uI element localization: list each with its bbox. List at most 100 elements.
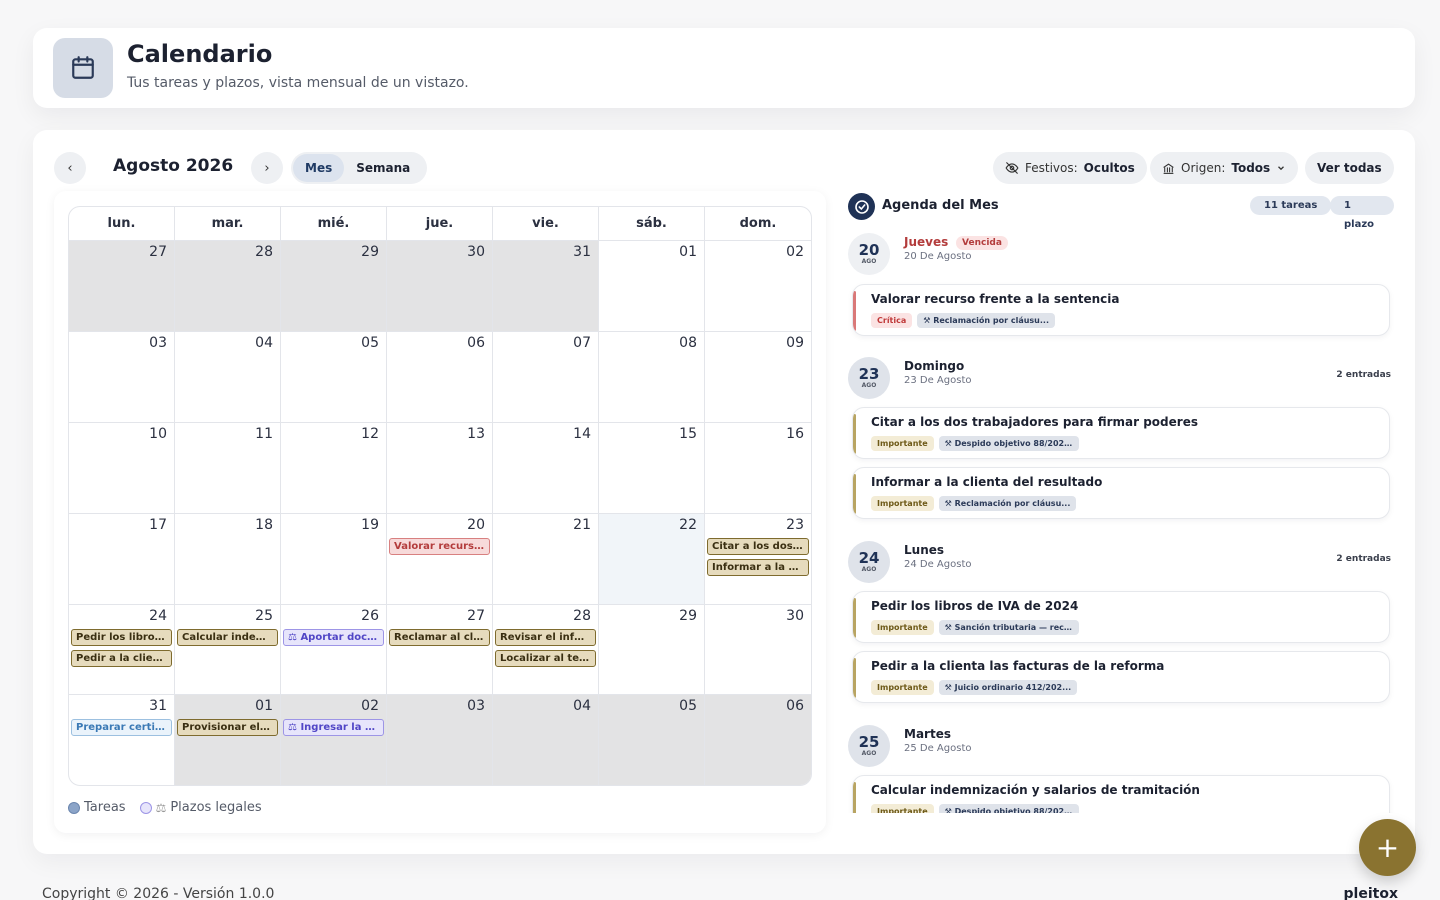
calendar-day-cell[interactable]: 27: [69, 241, 175, 331]
calendar-day-cell[interactable]: 21: [493, 513, 599, 604]
calendar-day-cell[interactable]: 13: [387, 422, 493, 513]
day-number: 23: [786, 516, 804, 533]
day-name: Lunes: [904, 543, 945, 557]
case-tag[interactable]: ⚒ Sanción tributaria — rec...: [938, 620, 1079, 635]
day-number: 27: [467, 607, 485, 624]
calendar-event[interactable]: Calcular indemn...: [177, 628, 278, 646]
priority-bar: [853, 658, 856, 698]
calendar-day-cell[interactable]: 20 Valorar recurso f...: [387, 513, 493, 604]
calendar-event[interactable]: Pedir los libros d...: [71, 628, 172, 646]
calendar-day-cell[interactable]: 15: [599, 422, 705, 513]
calendar-panel: ‹ Agosto 2026 › Mes Semana Festivos: Ocu…: [33, 130, 1415, 854]
calendar-day-cell[interactable]: 31 Preparar certific...: [69, 695, 175, 785]
origin-dropdown[interactable]: Origen: Todos: [1150, 152, 1299, 184]
calendar-day-cell[interactable]: 27 Reclamar al clie...: [387, 604, 493, 695]
calendar-day-cell[interactable]: 19: [281, 513, 387, 604]
calendar-day-cell[interactable]: 02 ⚖ Ingresar la de...: [281, 695, 387, 785]
view-week-button[interactable]: Semana: [344, 154, 422, 182]
calendar-event[interactable]: Localizar al testi...: [495, 649, 596, 667]
calendar-day-cell[interactable]: 28 Revisar el inform... Localizar al testi…: [493, 604, 599, 695]
day-number: 22: [679, 516, 697, 533]
calendar-day-cell[interactable]: 03: [69, 331, 175, 422]
calendar-day-cell[interactable]: 10: [69, 422, 175, 513]
calendar-event[interactable]: Provisionar el pa...: [177, 719, 278, 737]
calendar-day-cell[interactable]: 04: [493, 695, 599, 785]
calendar-day-cell[interactable]: 06: [705, 695, 811, 785]
case-tag[interactable]: ⚒ Despido objetivo 88/202...: [938, 804, 1079, 813]
case-tag[interactable]: ⚒ Juicio ordinario 412/202...: [938, 680, 1078, 695]
view-month-button[interactable]: Mes: [293, 154, 345, 182]
calendar-event[interactable]: Reclamar al clie...: [389, 628, 490, 646]
calendar-day-cell[interactable]: 26 ⚖ Aportar docu...: [281, 604, 387, 695]
calendar-day-cell[interactable]: 25 Calcular indemn...: [175, 604, 281, 695]
calendar-day-cell[interactable]: 11: [175, 422, 281, 513]
calendar-day-cell[interactable]: 07: [493, 331, 599, 422]
eye-off-icon: [1005, 162, 1019, 174]
calendar-day-cell[interactable]: 14: [493, 422, 599, 513]
calendar-event[interactable]: Informar a la clie...: [707, 558, 809, 576]
day-number: 05: [361, 334, 379, 351]
calendar-event[interactable]: Citar a los dos tr...: [707, 537, 809, 555]
agenda-item[interactable]: Informar a la clienta del resultado Impor…: [852, 467, 1390, 519]
priority-tag: Importante: [871, 436, 934, 451]
agenda-item[interactable]: Pedir a la clienta las facturas de la re…: [852, 651, 1390, 703]
calendar-day-cell[interactable]: 29: [599, 604, 705, 695]
date-badge: 25 AGO: [848, 725, 890, 767]
agenda-item[interactable]: Calcular indemnización y salarios de tra…: [852, 775, 1390, 813]
origin-label: Origen:: [1181, 161, 1226, 175]
calendar-week-row: 03 04 05 06 07 08 09: [69, 331, 811, 423]
case-tag[interactable]: ⚒ Reclamación por cláusu...: [938, 496, 1077, 511]
calendar-day-cell[interactable]: 05: [281, 331, 387, 422]
day-number: 31: [573, 244, 591, 260]
agenda-item[interactable]: Pedir los libros de IVA de 2024 Important…: [852, 591, 1390, 643]
calendar-event[interactable]: Preparar certific...: [71, 719, 172, 737]
calendar-day-cell[interactable]: 04: [175, 331, 281, 422]
calendar-event[interactable]: Revisar el inform...: [495, 628, 596, 646]
holidays-toggle[interactable]: Festivos: Ocultos: [993, 152, 1147, 184]
calendar-day-cell[interactable]: 01: [599, 241, 705, 331]
agenda-item[interactable]: Citar a los dos trabajadores para firmar…: [852, 407, 1390, 459]
agenda-item[interactable]: Valorar recurso frente a la sentencia Crí…: [852, 284, 1390, 336]
calendar-event[interactable]: Valorar recurso f...: [389, 537, 490, 555]
item-tags: Importante ⚒ Reclamación por cláusu...: [871, 496, 1077, 511]
next-month-button[interactable]: ›: [251, 152, 283, 184]
calendar-event[interactable]: ⚖ Aportar docu...: [283, 628, 384, 646]
calendar-day-cell[interactable]: 30: [387, 241, 493, 331]
calendar-day-cell[interactable]: 01 Provisionar el pa...: [175, 695, 281, 785]
calendar-day-cell[interactable]: 28: [175, 241, 281, 331]
date-day: 20: [858, 240, 880, 259]
calendar-day-cell[interactable]: 17: [69, 513, 175, 604]
calendar-day-cell[interactable]: 23 Citar a los dos tr... Informar a la cli…: [705, 514, 811, 604]
calendar-day-cell[interactable]: 08: [599, 331, 705, 422]
calendar-day-cell[interactable]: 12: [281, 422, 387, 513]
prev-month-button[interactable]: ‹: [54, 152, 86, 184]
calendar-day-cell[interactable]: 02: [705, 241, 811, 331]
priority-bar: [853, 782, 856, 813]
day-number: 18: [255, 516, 273, 533]
add-entry-button[interactable]: +: [1359, 819, 1416, 876]
view-all-button[interactable]: Ver todas: [1305, 152, 1394, 184]
calendar-day-cell[interactable]: 30: [705, 605, 811, 695]
calendar-day-cell[interactable]: 31: [493, 241, 599, 331]
date-month: AGO: [861, 749, 877, 757]
weekday-label: lun.: [69, 207, 175, 240]
calendar-day-cell[interactable]: 16: [705, 423, 811, 513]
calendar-day-cell[interactable]: 18: [175, 513, 281, 604]
day-number: 08: [679, 334, 697, 351]
calendar-event[interactable]: Pedir a la clienta...: [71, 649, 172, 667]
page-title: Calendario: [127, 40, 273, 68]
calendar-day-cell[interactable]: 09: [705, 332, 811, 422]
calendar-day-cell[interactable]: 03: [387, 695, 493, 785]
calendar-event[interactable]: ⚖ Ingresar la de...: [283, 719, 384, 737]
case-tag[interactable]: ⚒ Despido objetivo 88/202...: [938, 436, 1079, 451]
day-number: 21: [573, 516, 591, 533]
day-number: 20: [467, 516, 485, 533]
case-tag[interactable]: ⚒ Reclamación por cláusu...: [917, 313, 1055, 328]
calendar-day-cell[interactable]: 24 Pedir los libros d... Pedir a la client…: [69, 604, 175, 695]
weekday-label: mié.: [281, 207, 387, 240]
calendar-day-cell[interactable]: 05: [599, 695, 705, 785]
day-number: 04: [573, 698, 591, 715]
calendar-day-cell[interactable]: 22: [599, 513, 705, 604]
calendar-day-cell[interactable]: 29: [281, 241, 387, 331]
calendar-day-cell[interactable]: 06: [387, 331, 493, 422]
